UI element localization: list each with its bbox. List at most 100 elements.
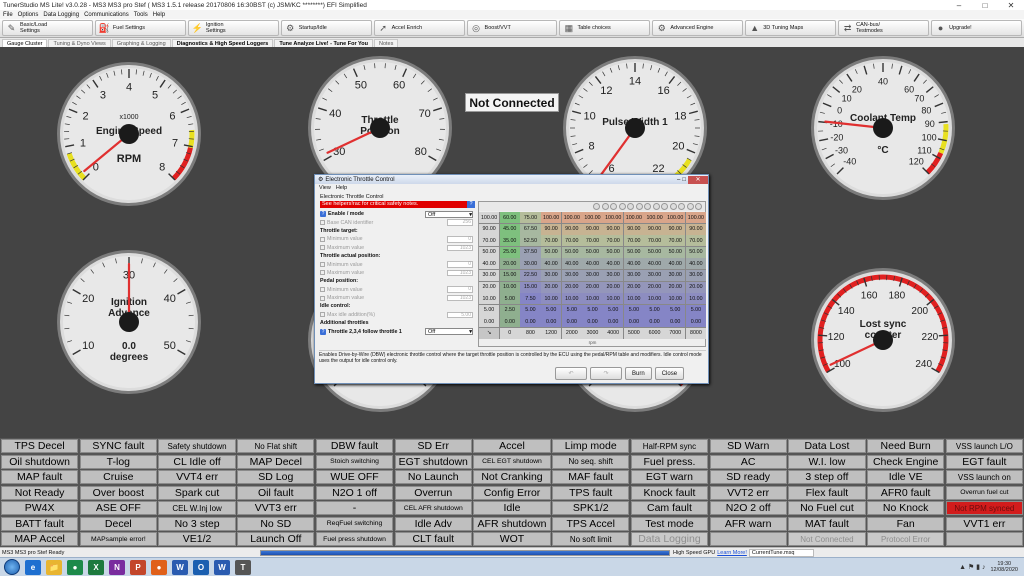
taskbar-app-icon[interactable]: P: [130, 559, 146, 575]
table-cell[interactable]: 30.00: [623, 269, 644, 282]
table-cell[interactable]: 70.00: [582, 235, 603, 247]
table-cell[interactable]: 50.00: [603, 246, 624, 258]
table-cell[interactable]: 10.00: [499, 281, 520, 293]
tab-2[interactable]: Tuning & Dyno Views: [48, 39, 111, 47]
taskbar-app-icon[interactable]: W: [214, 559, 230, 575]
mode-select[interactable]: Off ▾: [425, 328, 473, 336]
table-cell[interactable]: 67.50: [520, 223, 541, 235]
table-x-axis-cell[interactable]: 7000: [665, 327, 686, 339]
table-cell[interactable]: 5.00: [499, 293, 520, 305]
table-cell[interactable]: 10.00: [644, 293, 665, 305]
dialog-maximize-button[interactable]: □: [682, 177, 686, 183]
tool-icon[interactable]: [644, 203, 651, 210]
table-cell[interactable]: 40.00: [685, 258, 706, 270]
dialog-minimize-button[interactable]: –: [677, 177, 680, 183]
table-y-axis-cell[interactable]: 70.00: [479, 235, 500, 247]
table-cell[interactable]: 40.00: [644, 258, 665, 270]
table-y-axis-cell[interactable]: 100.00: [479, 212, 500, 224]
table-cell[interactable]: 75.00: [520, 212, 541, 224]
taskbar-app-icon[interactable]: ●: [67, 559, 83, 575]
table-x-axis-cell[interactable]: 5000: [623, 327, 644, 339]
table-cell[interactable]: 90.00: [685, 223, 706, 235]
table-cell[interactable]: 10.00: [665, 293, 686, 305]
value-field[interactable]: 256: [447, 219, 473, 226]
gauge-coolant-temp[interactable]: -40-30-20-10010204060708090100110120Cool…: [808, 53, 958, 203]
dialog-menu-view[interactable]: View: [319, 185, 331, 191]
table-cell[interactable]: 20.00: [499, 258, 520, 270]
dialog-close-x-button[interactable]: ✕: [688, 175, 708, 184]
table-y-axis-cell[interactable]: 50.00: [479, 246, 500, 258]
table-cell[interactable]: 70.00: [685, 235, 706, 247]
table-cell[interactable]: 30.00: [603, 269, 624, 282]
help-icon[interactable]: ?: [320, 328, 326, 335]
table-cell[interactable]: 90.00: [665, 223, 686, 235]
table-cell[interactable]: 50.00: [623, 246, 644, 258]
table-cell[interactable]: 5.00: [665, 304, 686, 316]
table-y-axis-cell[interactable]: 90.00: [479, 223, 500, 235]
table-cell[interactable]: 10.00: [582, 293, 603, 305]
table-cell[interactable]: 20.00: [665, 281, 686, 293]
table-cell[interactable]: 5.00: [685, 304, 706, 316]
toolbar-button-can-bus-testmodes[interactable]: ⇄ CAN-bus/ Testmodes: [838, 20, 930, 36]
minimize-button[interactable]: –: [946, 0, 972, 10]
tool-icon[interactable]: [678, 203, 685, 210]
table-cell[interactable]: 30.00: [665, 269, 686, 282]
dialog-menu-help[interactable]: Help: [336, 185, 347, 191]
tool-icon[interactable]: [601, 203, 609, 210]
table-y-axis-cell[interactable]: 0.00: [479, 316, 500, 328]
undo-button[interactable]: ↶: [555, 367, 587, 380]
table-x-axis-cell[interactable]: 2000: [561, 327, 582, 339]
tab-6[interactable]: Notes: [374, 39, 399, 47]
table-cell[interactable]: 50.00: [541, 246, 562, 258]
menu-communications[interactable]: Communications: [84, 12, 129, 18]
table-y-axis-cell[interactable]: 30.00: [479, 269, 500, 282]
close-window-button[interactable]: ✕: [998, 0, 1024, 10]
table-cell[interactable]: 90.00: [561, 223, 582, 235]
table-cell[interactable]: 100.00: [685, 212, 706, 224]
taskbar-app-icon[interactable]: O: [193, 559, 209, 575]
tab-3[interactable]: Graphing & Logging: [111, 39, 171, 47]
tab-1[interactable]: Gauge Cluster: [2, 39, 48, 47]
table-cell[interactable]: 0.00: [623, 316, 644, 328]
field-checkbox[interactable]: [320, 295, 325, 301]
table-cell[interactable]: 40.00: [665, 258, 686, 270]
table-cell[interactable]: 60.00: [499, 212, 520, 224]
mode-select[interactable]: Off ▾: [425, 210, 473, 218]
table-y-axis-cell[interactable]: 40.00: [479, 258, 500, 270]
table-y-axis-cell[interactable]: 5.00: [479, 304, 500, 316]
table-cell[interactable]: 50.00: [644, 246, 665, 258]
redo-button[interactable]: ↷: [590, 367, 622, 380]
table-cell[interactable]: 100.00: [644, 212, 665, 224]
tool-icon[interactable]: [695, 203, 702, 210]
table-x-axis-cell[interactable]: 8000: [685, 327, 706, 339]
table-cell[interactable]: 52.50: [520, 235, 541, 247]
table-cell[interactable]: 37.50: [520, 246, 541, 258]
burn-button[interactable]: Burn: [625, 367, 652, 380]
table-x-axis-cell[interactable]: 3000: [582, 327, 603, 339]
table-cell[interactable]: 15.00: [520, 281, 541, 293]
table-x-axis-cell[interactable]: 6000: [644, 327, 665, 339]
taskbar-app-icon[interactable]: e: [25, 559, 41, 575]
table-cell[interactable]: 50.00: [685, 246, 706, 258]
table-x-axis-cell[interactable]: 800: [520, 327, 541, 339]
toolbar-button-3d-tuning-maps[interactable]: ▲ 3D Tuning Maps: [745, 20, 837, 36]
taskbar-app-icon[interactable]: X: [88, 559, 104, 575]
table-cell[interactable]: 40.00: [603, 258, 624, 270]
toolbar-button-fuel-settings[interactable]: ⛽ Fuel Settings: [94, 20, 186, 36]
table-cell[interactable]: 90.00: [603, 223, 624, 235]
table-cell[interactable]: 70.00: [644, 235, 665, 247]
table-cell[interactable]: 10.00: [561, 293, 582, 305]
table-cell[interactable]: 20.00: [541, 281, 562, 293]
table-y-axis-cell[interactable]: 20.00: [479, 281, 500, 293]
table-cell[interactable]: 50.00: [582, 246, 603, 258]
value-field[interactable]: 0: [447, 286, 473, 293]
table-cell[interactable]: 100.00: [603, 212, 624, 224]
table-cell[interactable]: 30.00: [541, 269, 562, 282]
table-cell[interactable]: 5.00: [582, 304, 603, 316]
menu-help[interactable]: Help: [153, 12, 165, 18]
table-x-axis-cell[interactable]: 0: [499, 327, 520, 339]
gauge-ignition-advance[interactable]: 1020304050IgnitionAdvance0.0degrees: [54, 247, 204, 397]
table-cell[interactable]: 0.00: [644, 316, 665, 328]
table-cell[interactable]: 0.00: [541, 316, 562, 328]
table-cell[interactable]: 10.00: [623, 293, 644, 305]
